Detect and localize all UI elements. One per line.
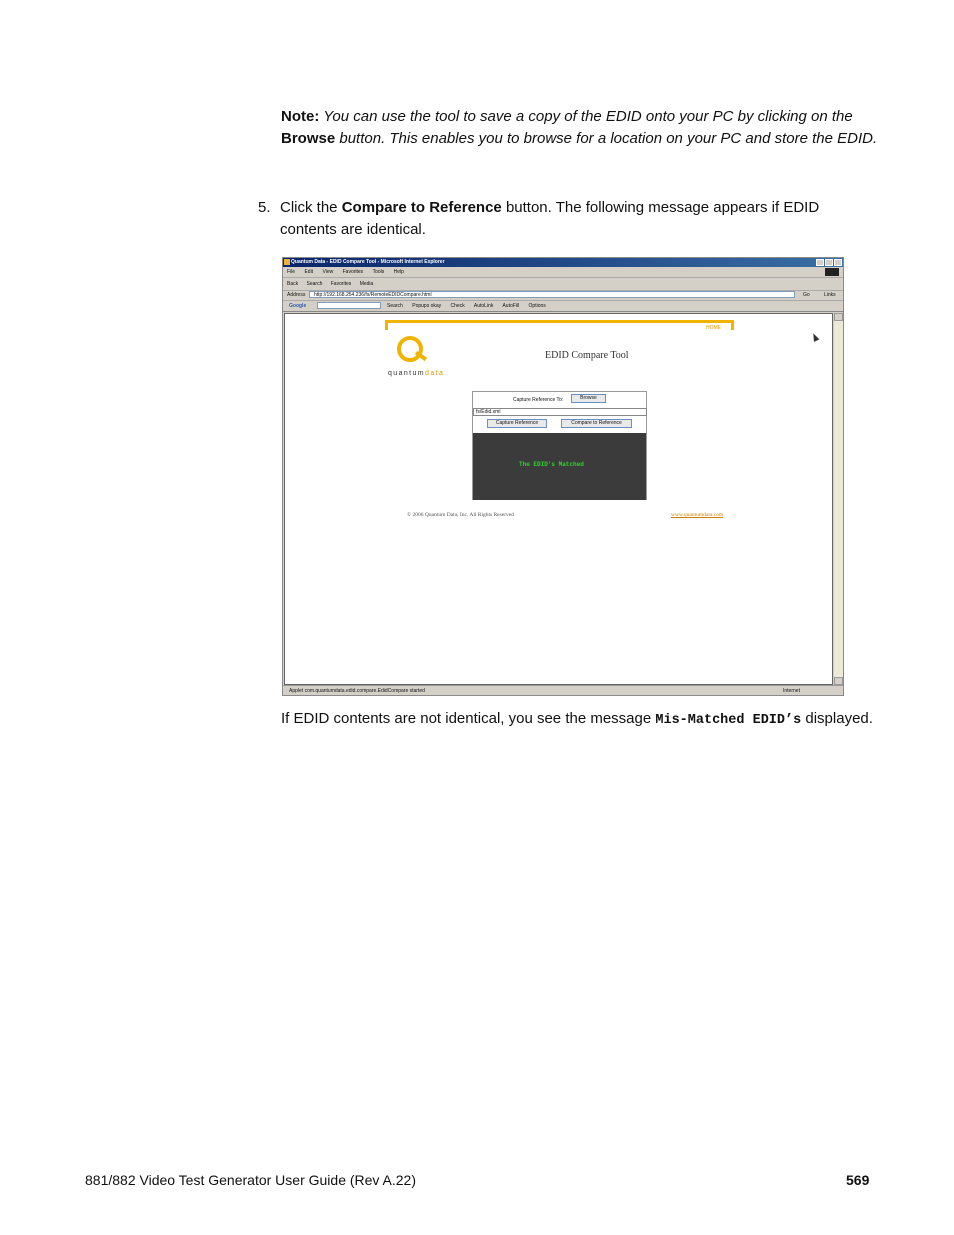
menu-favorites[interactable]: Favorites [343, 269, 364, 275]
copyright-text: © 2006 Quantum Data, Inc. All Rights Res… [407, 512, 514, 518]
google-search-button[interactable]: Search [387, 303, 403, 309]
windows-logo-icon [825, 268, 839, 276]
step-number: 5. [258, 199, 271, 216]
search-button[interactable]: Search [307, 281, 323, 287]
page-number: 569 [846, 1172, 870, 1188]
capture-label: Capture Reference To: [513, 397, 564, 403]
favorites-button[interactable]: Favorites [331, 281, 352, 287]
step-button-name: Compare to Reference [341, 199, 502, 216]
window-title: Quantum Data - EDID Compare Tool - Micro… [291, 259, 445, 265]
brand-part1: quantum [388, 370, 426, 377]
maximize-button[interactable] [825, 259, 833, 266]
browser-screenshot: Quantum Data - EDID Compare Tool - Micro… [282, 257, 844, 696]
capture-reference-button[interactable]: Capture Reference [487, 419, 547, 428]
back-button[interactable]: Back [287, 281, 298, 287]
file-path-input[interactable]: fs/Edid.xml [473, 408, 647, 416]
menu-help[interactable]: Help [394, 269, 404, 275]
mouse-cursor-icon [810, 332, 820, 342]
autolink-button[interactable]: AutoLink [474, 303, 493, 309]
autofill-button[interactable]: AutoFill [502, 303, 519, 309]
after-text-after: displayed. [805, 710, 873, 727]
zone-text: Internet [783, 688, 800, 694]
popups-button[interactable]: Popups okay [412, 303, 441, 309]
mismatch-paragraph: If EDID contents are not identical, you … [281, 708, 881, 732]
window-titlebar: Quantum Data - EDID Compare Tool - Micro… [283, 258, 843, 267]
after-text-before: If EDID contents are not identical, you … [281, 710, 652, 727]
vertical-scrollbar[interactable] [833, 313, 843, 685]
result-panel: The EDID's Matched [473, 433, 646, 500]
menu-file[interactable]: File [287, 269, 295, 275]
result-message: The EDID's Matched [519, 461, 584, 468]
google-search-input[interactable] [317, 302, 381, 309]
minimize-button[interactable] [816, 259, 824, 266]
step-text-before: Click the [280, 199, 338, 216]
tool-title: EDID Compare Tool [545, 350, 629, 361]
browse-button[interactable]: Browse [571, 394, 606, 403]
google-logo[interactable]: Google [289, 301, 306, 311]
menu-bar: File Edit View Favorites Tools Help [283, 267, 843, 278]
address-bar: Address http://192.168.254.236/fs/Remote… [283, 290, 843, 301]
menu-view[interactable]: View [322, 269, 333, 275]
check-button[interactable]: Check [451, 303, 465, 309]
header-frame [385, 320, 734, 330]
status-text: Applet com.quantumdata.edid.compare.Edid… [289, 688, 425, 694]
media-button[interactable]: Media [360, 281, 374, 287]
address-input[interactable]: http://192.168.254.236/fs/RemoteEDIDComp… [309, 291, 795, 298]
status-bar: Applet com.quantumdata.edid.compare.Edid… [283, 685, 843, 695]
brand-part2: data [425, 370, 445, 377]
note-text-after: button. This enables you to browse for a… [339, 130, 878, 147]
go-button[interactable]: Go [803, 290, 810, 300]
address-label: Address [287, 292, 306, 298]
note-label: Note: [281, 108, 320, 125]
brand-text: quantumdata [388, 370, 444, 377]
ie-icon [284, 259, 290, 265]
mismatch-code: Mis-Matched EDID’s [655, 713, 802, 728]
website-link[interactable]: www.quantumdata.com [671, 512, 723, 518]
web-page: HOME quantumdata EDID Compare Tool Captu… [284, 313, 833, 685]
footer-title: 881/882 Video Test Generator User Guide … [85, 1172, 417, 1188]
menu-edit[interactable]: Edit [304, 269, 313, 275]
compare-to-reference-button[interactable]: Compare to Reference [561, 419, 632, 428]
note-text-before: You can use the tool to save a copy of t… [323, 108, 853, 125]
note-paragraph: Note: You can use the tool to save a cop… [281, 106, 881, 150]
scroll-down-icon[interactable] [834, 677, 843, 685]
q-logo-icon [397, 336, 423, 362]
links-button[interactable]: Links [824, 290, 836, 300]
google-toolbar: Google Search Popups okay Check AutoLink… [283, 301, 843, 312]
options-button[interactable]: Options [529, 303, 546, 309]
menu-tools[interactable]: Tools [373, 269, 385, 275]
google-items: Search Popups okay Check AutoLink AutoFi… [387, 301, 554, 311]
home-link[interactable]: HOME [706, 325, 721, 331]
note-browse-word: Browse [281, 130, 336, 147]
step-text: Click the Compare to Reference button. T… [280, 197, 860, 241]
compare-applet: Capture Reference To: Browse fs/Edid.xml… [472, 391, 647, 500]
scroll-up-icon[interactable] [834, 313, 843, 321]
close-button[interactable] [834, 259, 842, 266]
